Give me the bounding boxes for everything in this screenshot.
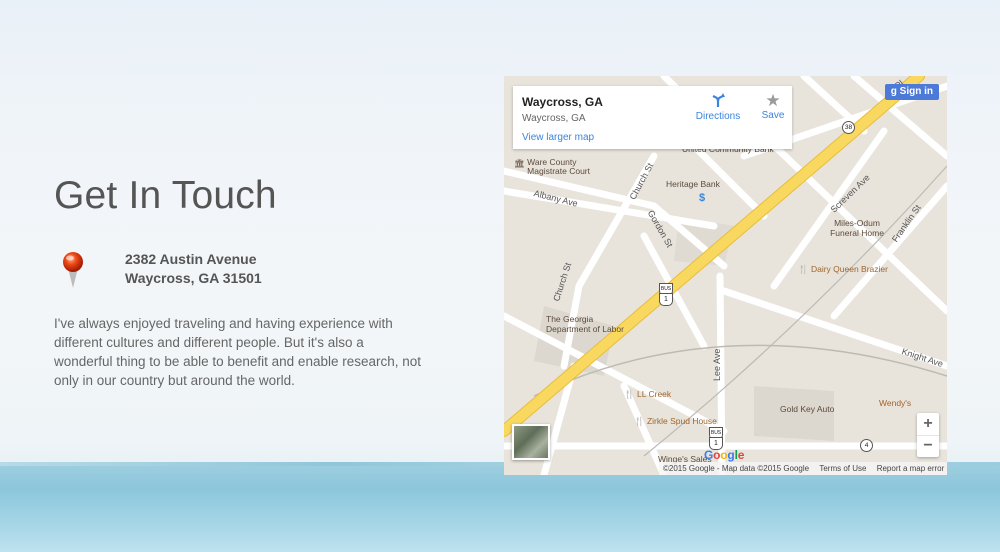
report-map-error-link[interactable]: Report a map error [877,464,945,473]
poi-wendys[interactable]: Wendy's [879,398,911,408]
location-pin-icon [63,252,83,288]
address-line-2: Waycross, GA 31501 [125,270,262,286]
restaurant-icon: 🍴 [798,264,809,274]
zoom-out-button[interactable]: − [917,435,939,457]
save-label: Save [761,110,785,121]
courthouse-icon: 🏛 [514,158,525,168]
poi-label: Heritage Bank [666,179,720,189]
map-embed[interactable]: Albany Ave Church St Gordon St Church St… [504,76,947,475]
google-logo: Google [704,448,745,462]
save-button[interactable]: ★ Save [761,91,785,122]
poi-zirkle-spud-house[interactable]: 🍴 Zirkle Spud House [634,416,717,427]
map-place-subtitle: Waycross, GA [522,113,586,124]
poi-label: Dairy Queen Brazier [810,264,888,274]
sign-in-button[interactable]: g Sign in [884,84,939,100]
poi-gold-key-auto[interactable]: Gold Key Auto [780,404,834,414]
star-icon: ★ [765,91,781,110]
map-attribution: ©2015 Google - Map data ©2015 Google Ter… [659,462,947,475]
map-info-card: Waycross, GA Waycross, GA View larger ma… [513,86,792,149]
bank-icon: $ [699,192,706,204]
map-place-title: Waycross, GA [522,95,603,109]
route-38-shield: 38 [842,121,855,134]
poi-heritage-bank[interactable]: Heritage Bank [666,179,720,189]
poi-georgia-dept-labor[interactable]: The Georgia Department of Labor [546,314,636,334]
poi-label: Gold Key Auto [780,404,835,414]
restaurant-icon: 🍴 [634,416,645,426]
directions-button[interactable]: Directions [695,92,741,122]
map-copyright: ©2015 Google - Map data ©2015 Google [663,464,810,473]
poi-ware-county-court[interactable]: 🏛 Ware County Magistrate Court [514,158,607,176]
address-block: 2382 Austin Avenue Waycross, GA 31501 [125,250,262,288]
poi-label: Miles-Odum Funeral Home [830,218,884,238]
google-g-icon: g [890,86,897,97]
sign-in-label: Sign in [899,86,933,97]
poi-miles-odum-funeral-home[interactable]: Miles-Odum Funeral Home [822,218,892,238]
satellite-toggle-button[interactable] [512,424,550,460]
ocean-backdrop [0,462,1000,552]
route-4-shield: 4 [860,439,873,452]
poi-dairy-queen[interactable]: 🍴 Dairy Queen Brazier [798,264,888,275]
zoom-in-button[interactable]: + [917,413,939,435]
restaurant-icon: 🍴 [624,389,635,399]
poi-label: LL Creek [636,389,672,399]
about-text: I've always enjoyed traveling and having… [54,316,422,388]
zoom-controls: + − [917,413,939,457]
address-line-1: 2382 Austin Avenue [125,251,257,267]
view-larger-map-link[interactable]: View larger map [522,132,594,143]
poi-label: Wendy's [879,398,912,408]
poi-label: The Georgia Department of Labor [546,314,624,334]
directions-icon [712,93,725,107]
route-1-shield: 1 [659,293,673,306]
directions-label: Directions [695,111,741,122]
street-label-lee-ave: Lee Ave [712,348,722,381]
page-title: Get In Touch [54,174,277,217]
poi-ll-creek[interactable]: 🍴 LL Creek [624,389,671,400]
terms-of-use-link[interactable]: Terms of Use [819,464,866,473]
poi-label: Ware County Magistrate Court [527,157,591,176]
poi-label: Zirkle Spud House [646,416,717,426]
